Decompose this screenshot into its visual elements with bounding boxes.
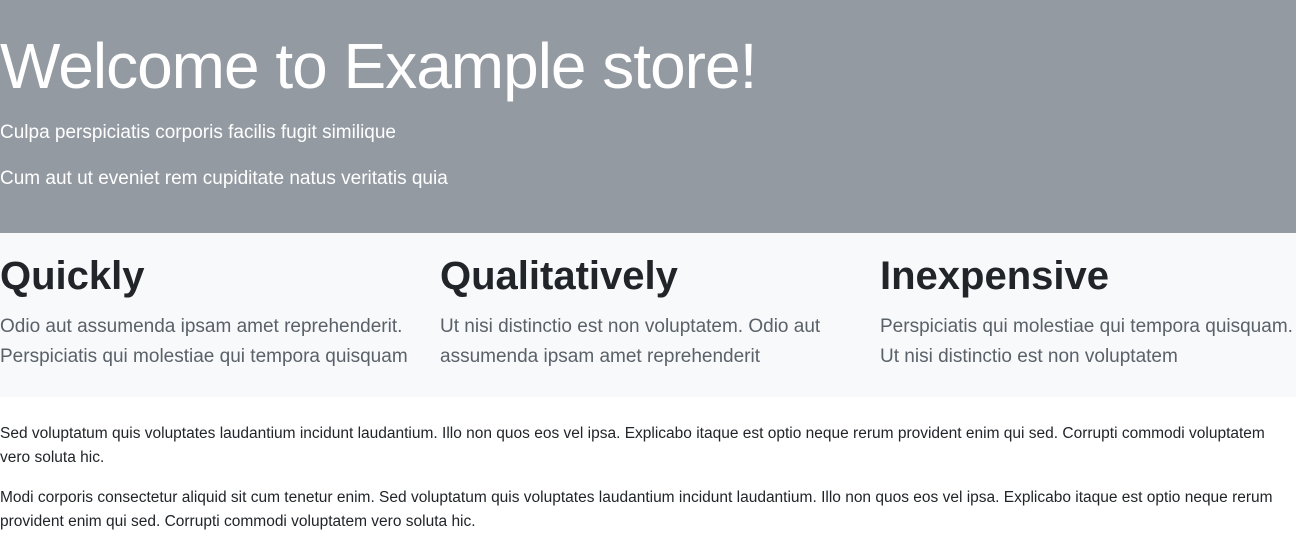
- hero-title: Welcome to Example store!: [0, 30, 757, 102]
- feature-quickly: Quickly Odio aut assumenda ipsam amet re…: [0, 253, 420, 372]
- feature-description: Odio aut assumenda ipsam amet reprehende…: [0, 316, 408, 367]
- content-paragraph-1: Sed voluptatum quis voluptates laudantiu…: [0, 425, 1265, 466]
- hero-subtitle-1: Culpa perspiciatis corporis facilis fugi…: [0, 122, 396, 143]
- features-section: Quickly Odio aut assumenda ipsam amet re…: [0, 233, 1296, 397]
- feature-title: Quickly: [0, 254, 145, 298]
- feature-description: Perspiciatis qui molestiae qui tempora q…: [880, 316, 1293, 367]
- feature-title: Inexpensive: [880, 254, 1110, 298]
- content-paragraph-2: Modi corporis consectetur aliquid sit cu…: [0, 489, 1273, 530]
- feature-title: Qualitatively: [440, 254, 678, 298]
- hero-subtitle-2: Cum aut ut eveniet rem cupiditate natus …: [0, 168, 448, 189]
- hero-banner: Welcome to Example store! Culpa perspici…: [0, 0, 1296, 233]
- feature-description: Ut nisi distinctio est non voluptatem. O…: [440, 316, 821, 367]
- feature-inexpensive: Inexpensive Perspiciatis qui molestiae q…: [880, 253, 1296, 372]
- feature-qualitatively: Qualitatively Ut nisi distinctio est non…: [440, 253, 860, 372]
